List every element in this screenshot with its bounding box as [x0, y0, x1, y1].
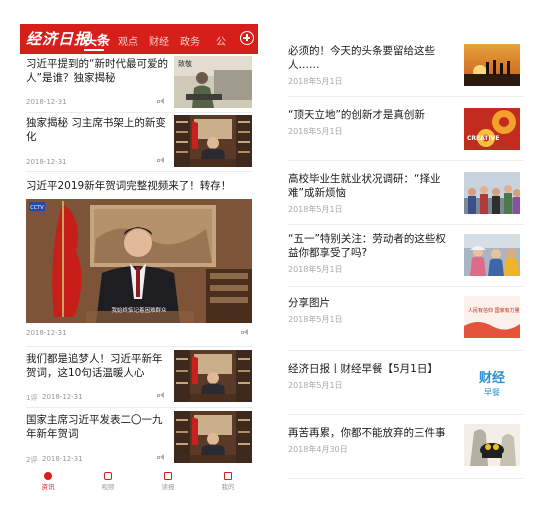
list-item[interactable]: 高校毕业生就业状况调研：“择业难”成新烦恼 2018年5月1日 — [278, 160, 534, 222]
screenshot-stage: 经济日报 头条 观点 财经 政务 公 习近平提到的“新时代最可爱的人”是谁？独家… — [0, 0, 550, 531]
news-title: 我们都是追梦人！习近平新年贺词，这10句话温暖人心 — [26, 353, 163, 379]
divider — [26, 171, 252, 172]
tab-finance[interactable]: 财经 — [149, 33, 169, 48]
article-date: 2018年5月1日 — [288, 315, 343, 324]
news-date: 2018-12-31 — [26, 98, 67, 106]
tab-headlines[interactable]: 头条 — [84, 30, 110, 49]
article-date: 2018年5月1日 — [288, 77, 343, 86]
tab-opinion[interactable]: 观点 — [118, 33, 138, 48]
nav-read-paper[interactable]: 读报 — [148, 472, 188, 490]
right-phone-screen: 必须的！今天的头条要留给这些人…… 2018年5月1日 “顶天立地”的创新才是真… — [278, 30, 534, 490]
thumb-word: CREATIVE — [467, 135, 499, 142]
nav-label: 视频 — [101, 483, 115, 490]
list-item[interactable]: 经济日报丨财经早餐【5月1日】 2018年5月1日 财经 早餐 — [278, 350, 534, 412]
video-news-item[interactable]: 习近平2019新年贺词完整视频来了！转存！ CCTV 我始终惦记着困难群众 20… — [20, 173, 258, 343]
active-tab-indicator — [84, 49, 104, 51]
news-title: 国家主席习近平发表二〇一九年新年贺词 — [26, 414, 163, 440]
news-title: 独家揭秘 习主席书架上的新变化 — [26, 117, 166, 143]
article-thumbnail — [464, 234, 520, 276]
article-thumbnail: CREATIVE — [464, 108, 520, 150]
article-date: 2018年5月1日 — [288, 205, 343, 214]
app-logo: 经济日报 — [26, 30, 91, 48]
news-title: 习近平2019新年贺词完整视频来了！转存！ — [26, 180, 232, 192]
thumb-caption: 致敬 — [178, 59, 192, 68]
article-title: 高校毕业生就业状况调研：“择业难”成新烦恼 — [288, 173, 441, 199]
audio-icon[interactable] — [157, 454, 166, 461]
article-thumbnail — [464, 44, 520, 86]
article-title: “五一”特别关注：劳动者的这些权益你都享受了吗? — [288, 233, 446, 259]
audio-icon[interactable] — [241, 329, 250, 336]
article-date: 2018年5月1日 — [288, 265, 343, 274]
news-item[interactable]: 我们都是追梦人！习近平新年贺词，这10句话温暖人心 1评 2018-12-31 — [20, 348, 258, 404]
news-thumbnail — [174, 115, 252, 167]
article-thumbnail: 人民有信仰 国家有力量 — [464, 296, 520, 338]
nav-news[interactable]: 资讯 — [28, 472, 68, 490]
news-comments: 2评 — [26, 456, 38, 464]
news-date: 2018-12-31 — [26, 329, 67, 337]
video-icon — [104, 472, 112, 480]
article-title: 分享图片 — [288, 297, 330, 309]
news-thumbnail — [174, 411, 252, 463]
nav-label: 我的 — [221, 483, 235, 490]
article-title: 必须的！今天的头条要留给这些人…… — [288, 45, 435, 71]
video-player[interactable]: CCTV 我始终惦记着困难群众 — [26, 199, 252, 323]
news-item[interactable]: 国家主席习近平发表二〇一九年新年贺词 2评 2018-12-31 — [20, 409, 258, 467]
news-comments: 1评 — [26, 394, 38, 402]
divider — [26, 407, 252, 408]
audio-icon[interactable] — [157, 157, 166, 164]
nav-profile[interactable]: 我的 — [208, 472, 248, 490]
news-title: 习近平提到的“新时代最可爱的人”是谁？独家揭秘 — [26, 58, 168, 84]
news-icon — [44, 472, 52, 480]
bottom-nav: 资讯 视频 读报 我的 — [20, 472, 258, 490]
news-item[interactable]: 习近平提到的“新时代最可爱的人”是谁？独家揭秘 2018-12-31 致敬 — [20, 54, 258, 109]
header-bar: 经济日报 头条 观点 财经 政务 公 — [20, 24, 258, 54]
news-date: 2018-12-31 — [42, 393, 83, 401]
nav-label: 读报 — [161, 483, 175, 490]
svg-text:CCTV: CCTV — [30, 205, 44, 211]
nav-label: 资讯 — [41, 483, 55, 490]
article-date: 2018年5月1日 — [288, 127, 343, 136]
tab-more[interactable]: 公 — [216, 33, 226, 48]
audio-icon[interactable] — [157, 98, 166, 105]
article-title: “顶天立地”的创新才是真创新 — [288, 109, 425, 121]
article-title: 经济日报丨财经早餐【5月1日】 — [288, 363, 438, 375]
thumb-slogan: 人民有信仰 国家有力量 — [468, 307, 520, 314]
video-subtitle: 我始终惦记着困难群众 — [111, 308, 167, 314]
thumb-main: 财经 — [479, 370, 505, 386]
tab-government[interactable]: 政务 — [180, 33, 200, 48]
nav-video[interactable]: 视频 — [88, 472, 128, 490]
article-thumbnail — [464, 172, 520, 214]
thumb-sub: 早餐 — [484, 388, 500, 397]
list-item[interactable]: 再苦再累，你都不能放弃的三件事 2018年4月30日 — [278, 414, 534, 476]
article-thumbnail: 财经 早餐 — [464, 360, 520, 402]
article-date: 2018年4月30日 — [288, 445, 348, 454]
profile-icon — [224, 472, 232, 480]
divider — [26, 346, 252, 347]
list-item[interactable]: 分享图片 2018年5月1日 人民有信仰 国家有力量 — [278, 286, 534, 348]
article-title: 再苦再累，你都不能放弃的三件事 — [288, 427, 446, 439]
news-date: 2018-12-31 — [26, 158, 67, 166]
news-item[interactable]: 独家揭秘 习主席书架上的新变化 2018-12-31 — [20, 113, 258, 169]
left-phone-screen: 经济日报 头条 观点 财经 政务 公 习近平提到的“新时代最可爱的人”是谁？独家… — [20, 24, 258, 490]
article-date: 2018年5月1日 — [288, 381, 343, 390]
list-item[interactable]: “五一”特别关注：劳动者的这些权益你都享受了吗? 2018年5月1日 — [278, 224, 534, 286]
article-thumbnail — [464, 424, 520, 466]
newspaper-icon — [164, 472, 172, 480]
news-thumbnail — [174, 350, 252, 402]
list-item[interactable]: 必须的！今天的头条要留给这些人…… 2018年5月1日 — [278, 30, 534, 92]
news-date: 2018-12-31 — [42, 455, 83, 463]
divider — [288, 478, 524, 479]
audio-icon[interactable] — [157, 392, 166, 399]
add-channel-icon[interactable] — [240, 31, 254, 45]
list-item[interactable]: “顶天立地”的创新才是真创新 2018年5月1日 CREATIVE — [278, 96, 534, 158]
news-thumbnail: 致敬 — [174, 56, 252, 108]
